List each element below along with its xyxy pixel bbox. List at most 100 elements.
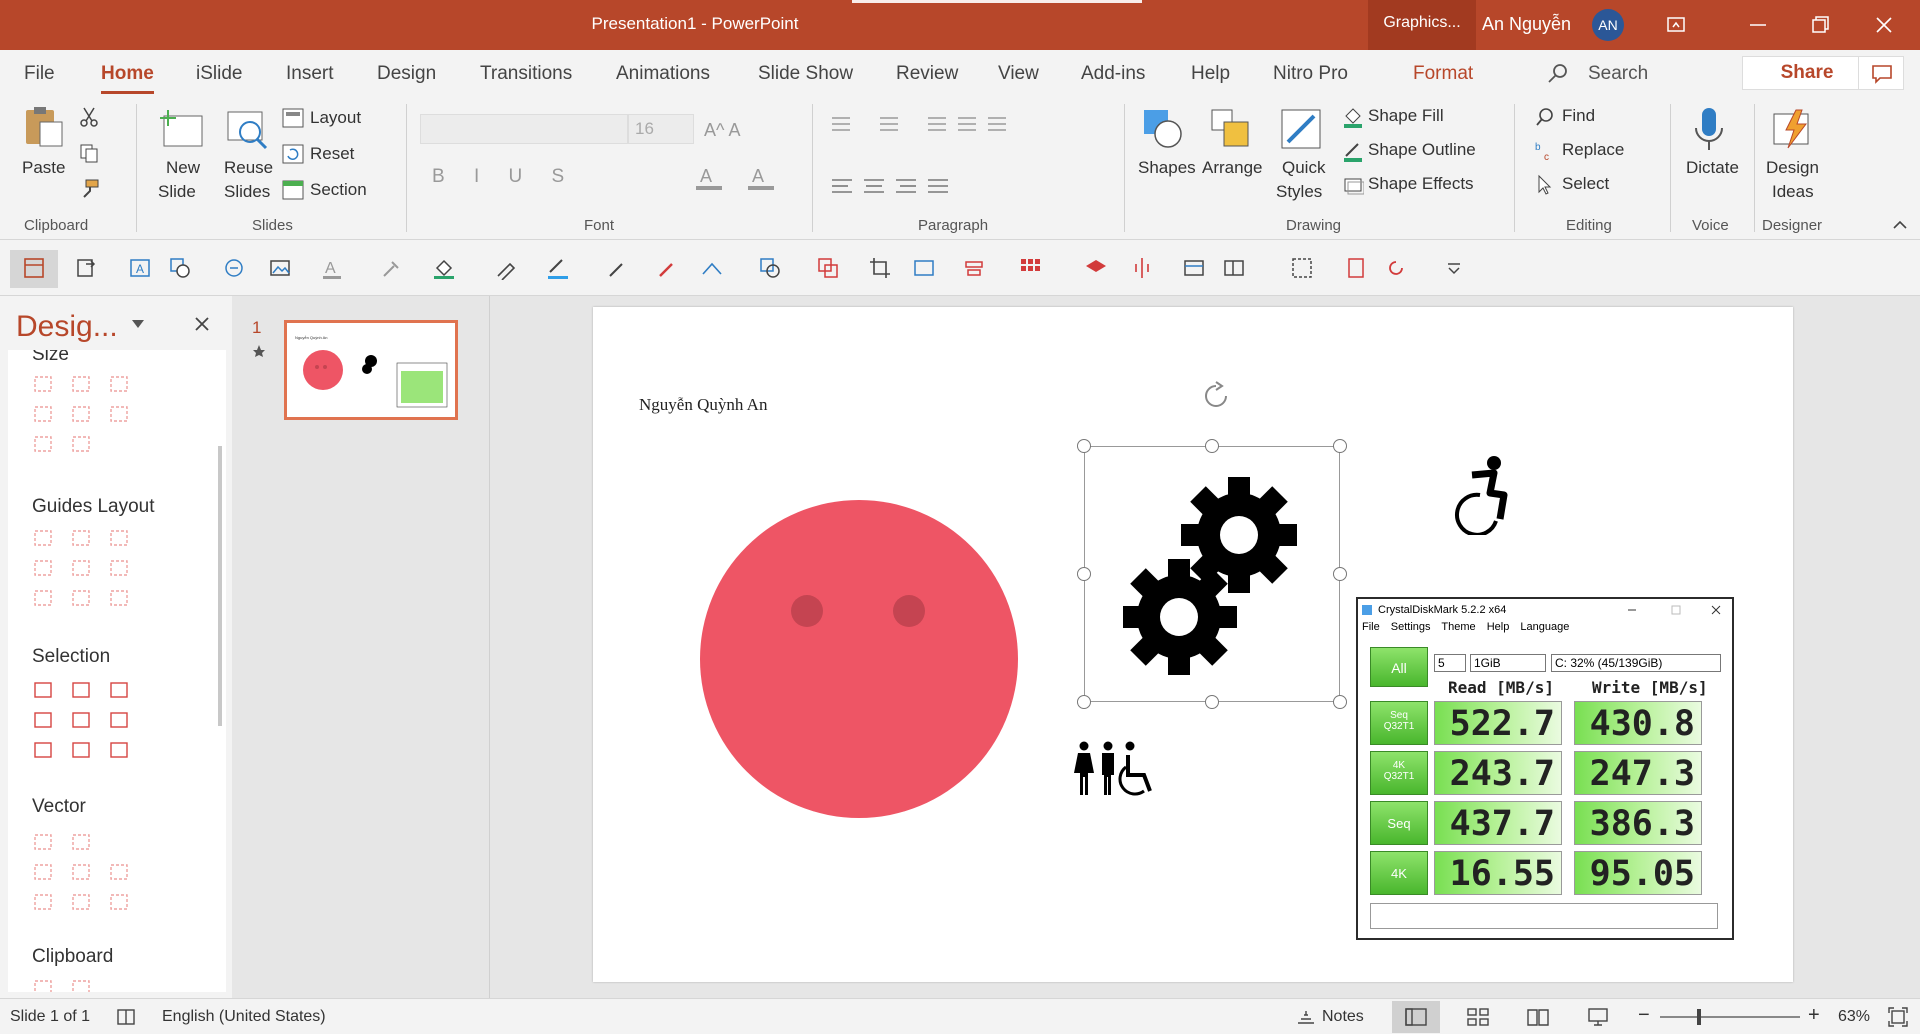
design-ideas-label-1[interactable]: Design	[1766, 158, 1819, 178]
minimize-icon[interactable]	[1738, 9, 1778, 41]
zoom-slider-track[interactable]	[1660, 1016, 1800, 1018]
reset-button[interactable]: Reset	[310, 144, 354, 164]
pane-tool-icon[interactable]	[70, 558, 92, 578]
font-format-buttons[interactable]: B I U S	[432, 166, 576, 188]
slide-sorter-icon[interactable]	[1466, 1007, 1490, 1027]
pane-tool-icon[interactable]	[108, 558, 130, 578]
author-text[interactable]: Nguyễn Quỳnh An	[639, 395, 767, 415]
tab-file[interactable]: File	[24, 63, 55, 85]
language-indicator[interactable]: English (United States)	[162, 1008, 326, 1026]
shape-fill-icon[interactable]	[1342, 106, 1364, 128]
design-ideas-label-2[interactable]: Ideas	[1772, 182, 1814, 202]
font-size-box[interactable]: 16	[628, 114, 694, 144]
pane-title[interactable]: Desig...	[16, 310, 118, 344]
merge-shapes-icon[interactable]	[816, 256, 840, 280]
tab-add-ins[interactable]: Add-ins	[1081, 63, 1145, 85]
pane-tool-icon[interactable]	[32, 404, 54, 424]
pane-tool-icon[interactable]	[70, 528, 92, 548]
pane-tool-icon[interactable]	[108, 862, 130, 882]
reuse-label-2[interactable]: Slides	[224, 182, 270, 202]
pane-tool-icon[interactable]	[108, 892, 130, 912]
search-box[interactable]: Search	[1588, 63, 1648, 85]
tab-animations[interactable]: Animations	[616, 63, 710, 85]
pane-tool-icon[interactable]	[108, 680, 130, 700]
red-picker-icon[interactable]	[656, 256, 680, 280]
slide-count[interactable]: Slide 1 of 1	[10, 1008, 90, 1026]
font-color-tool-icon[interactable]: A	[320, 256, 344, 280]
eyedropper-icon[interactable]	[380, 256, 404, 280]
shape-effects-button[interactable]: Shape Effects	[1368, 174, 1474, 194]
find-icon[interactable]	[1534, 106, 1556, 128]
microphone-icon[interactable]	[1686, 106, 1732, 152]
pane-tool-icon[interactable]	[32, 740, 54, 760]
replace-button[interactable]: Replace	[1562, 140, 1624, 160]
shapes-icon[interactable]	[1140, 106, 1186, 152]
graphics-context-tab[interactable]: Graphics...	[1368, 0, 1476, 50]
format-painter-icon[interactable]	[78, 178, 100, 200]
shape-effects-icon[interactable]	[1342, 174, 1364, 196]
reuse-slides-icon[interactable]	[224, 106, 270, 152]
ribbon-display-icon[interactable]	[1656, 9, 1696, 41]
restore-icon[interactable]	[1800, 9, 1840, 41]
crop-icon[interactable]	[868, 256, 892, 280]
dictate-button[interactable]: Dictate	[1686, 158, 1739, 178]
zoom-slider-thumb[interactable]	[1697, 1009, 1701, 1025]
picture-icon[interactable]	[268, 256, 292, 280]
share-button[interactable]: Share	[1742, 56, 1872, 90]
fit-to-window-icon[interactable]	[1888, 1007, 1908, 1027]
slide-canvas[interactable]: Nguyễn Quỳnh An CrystalDiskMark 5.2.2 x6…	[593, 307, 1793, 982]
design-ideas-icon[interactable]	[1770, 106, 1816, 152]
notes-button[interactable]: Notes	[1322, 1008, 1364, 1026]
copy-icon[interactable]	[78, 142, 100, 164]
font-grow-shrink-icons[interactable]: A^ A	[700, 114, 790, 144]
zoom-out-button[interactable]: −	[1638, 1004, 1650, 1027]
pane-tool-icon[interactable]	[32, 588, 54, 608]
face-shape[interactable]	[699, 499, 1019, 819]
replace-icon[interactable]: bc	[1534, 140, 1556, 162]
shape-fill-button[interactable]: Shape Fill	[1368, 106, 1444, 126]
shape-outline-tool-icon[interactable]	[758, 256, 782, 280]
tab-view[interactable]: View	[998, 63, 1039, 85]
shape-outline-icon[interactable]	[1342, 140, 1364, 162]
close-icon[interactable]	[1864, 9, 1904, 41]
export-icon[interactable]	[74, 256, 98, 280]
pane-tool-icon[interactable]	[32, 434, 54, 454]
tab-format[interactable]: Format	[1413, 63, 1473, 85]
shapes-button[interactable]: Shapes	[1138, 158, 1196, 178]
shape-tool-icon[interactable]	[168, 256, 192, 280]
pane-scrollbar[interactable]	[218, 446, 222, 726]
pane-tool-icon[interactable]	[70, 404, 92, 424]
pane-tool-icon[interactable]	[108, 374, 130, 394]
pane-tool-icon[interactable]	[32, 558, 54, 578]
table-icon[interactable]	[1182, 256, 1206, 280]
pane-tool-icon[interactable]	[70, 680, 92, 700]
pane-tool-icon[interactable]	[70, 710, 92, 730]
notes-icon[interactable]	[1296, 1009, 1316, 1025]
slideshow-icon[interactable]	[1586, 1007, 1610, 1027]
font-color-icon[interactable]: AA	[696, 162, 796, 192]
align-icon[interactable]	[962, 256, 986, 280]
document-icon[interactable]	[1344, 256, 1368, 280]
tab-help[interactable]: Help	[1191, 63, 1230, 85]
resize-handle-e[interactable]	[1333, 567, 1347, 581]
pane-tool-icon[interactable]	[70, 832, 92, 852]
new-slide-label-2[interactable]: Slide	[158, 182, 196, 202]
layers-icon[interactable]	[1084, 256, 1108, 280]
quick-styles-label-1[interactable]: Quick	[1282, 158, 1325, 178]
spellcheck-icon[interactable]	[116, 1008, 138, 1026]
shape-outline-button[interactable]: Shape Outline	[1368, 140, 1476, 160]
new-slide-label-1[interactable]: New	[166, 158, 200, 178]
pane-tool-icon[interactable]	[32, 710, 54, 730]
pane-tool-icon[interactable]	[70, 374, 92, 394]
reading-view-icon[interactable]	[1526, 1007, 1550, 1027]
tab-home[interactable]: Home	[101, 63, 154, 94]
resize-handle-sw[interactable]	[1077, 695, 1091, 709]
tab-review[interactable]: Review	[896, 63, 958, 85]
resize-handle-nw[interactable]	[1077, 439, 1091, 453]
layout-icon[interactable]	[282, 108, 304, 128]
paragraph-icons[interactable]	[828, 112, 1088, 212]
zoom-in-button[interactable]: +	[1808, 1004, 1820, 1027]
frame-icon[interactable]	[1222, 256, 1246, 280]
pane-tool-icon[interactable]	[32, 892, 54, 912]
resize-handle-s[interactable]	[1205, 695, 1219, 709]
